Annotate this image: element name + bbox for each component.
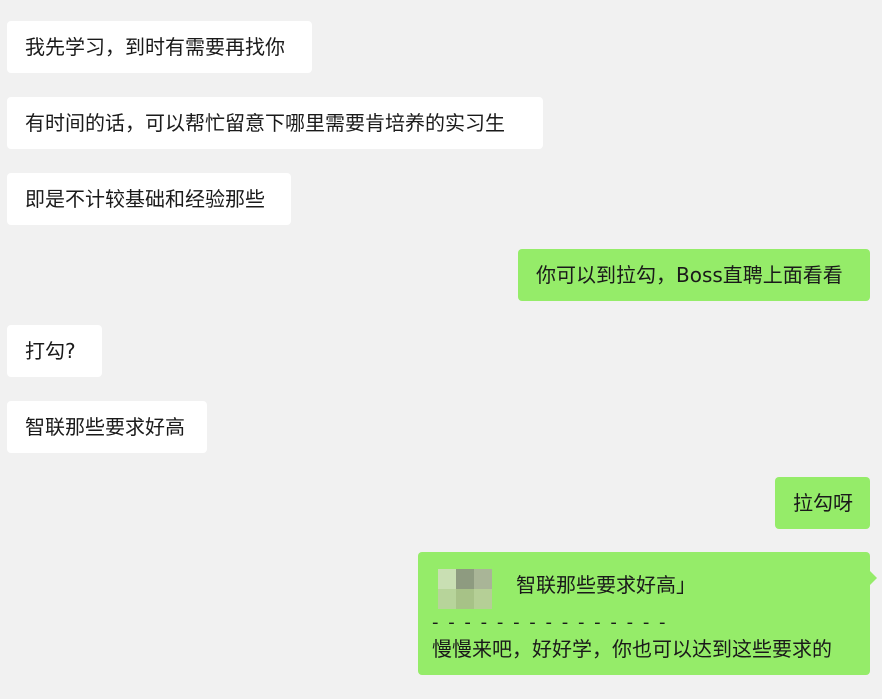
message-text: 即是不计较基础和经验那些 — [25, 187, 265, 211]
incoming-message[interactable]: 有时间的话，可以帮忙留意下哪里需要肯培养的实习生 — [7, 97, 543, 149]
message-text: 打勾? — [25, 339, 76, 363]
incoming-message[interactable]: 打勾? — [7, 325, 102, 377]
outgoing-quote-reply-message[interactable]: 智联那些要求好高」 - - - - - - - - - - - - - - - … — [418, 552, 877, 675]
outgoing-message[interactable]: 你可以到拉勾，Boss直聘上面看看 — [518, 249, 870, 301]
blurred-avatar-icon — [438, 569, 492, 609]
outgoing-message[interactable]: 拉勾呀 — [775, 477, 870, 529]
message-text: 我先学习，到时有需要再找你 — [25, 35, 285, 59]
chat-window: { "messages": [ {"side": "left", "text":… — [0, 0, 882, 699]
incoming-message[interactable]: 即是不计较基础和经验那些 — [7, 173, 291, 225]
reply-message-text: 慢慢来吧，好好学，你也可以达到这些要求的 — [432, 637, 832, 661]
quote-divider: - - - - - - - - - - - - - - - — [432, 612, 668, 633]
message-text: 智联那些要求好高 — [25, 415, 185, 439]
incoming-message[interactable]: 我先学习，到时有需要再找你 — [7, 21, 312, 73]
message-text: 你可以到拉勾，Boss直聘上面看看 — [536, 263, 843, 287]
message-text: 有时间的话，可以帮忙留意下哪里需要肯培养的实习生 — [25, 111, 505, 135]
message-text: 拉勾呀 — [793, 491, 853, 515]
incoming-message[interactable]: 智联那些要求好高 — [7, 401, 207, 453]
quoted-message-text: 智联那些要求好高」 — [516, 573, 696, 597]
